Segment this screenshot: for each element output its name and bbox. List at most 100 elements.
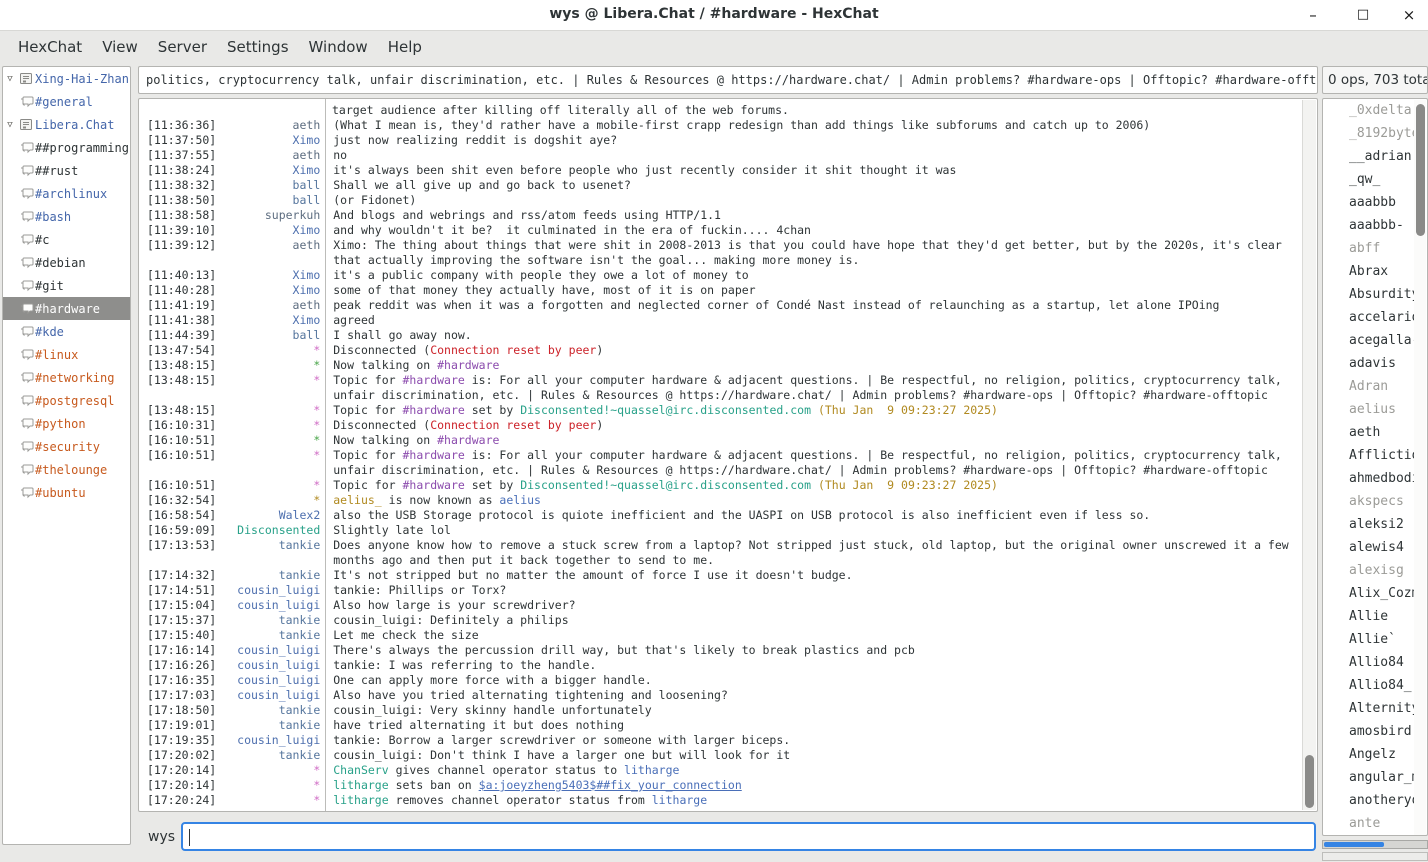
chat-nick[interactable]: ball <box>216 193 320 208</box>
user-list-item[interactable]: _0xdelta <box>1323 99 1427 122</box>
chat-nick[interactable]: cousin_luigi <box>216 733 320 748</box>
chat-nick[interactable]: ball <box>216 178 320 193</box>
sidebar-item--linux[interactable]: #linux <box>3 343 130 366</box>
sidebar-item--thelounge[interactable]: #thelounge <box>3 458 130 481</box>
chat-nick[interactable]: aeth <box>216 148 320 163</box>
ban-mask-link[interactable]: $a:joeyzheng5403$##fix_your_connection <box>479 778 742 792</box>
user-list-panel[interactable]: _0xdelta_8192byte__adrian_qw_aaabbbaaabb… <box>1322 98 1428 836</box>
user-list-item[interactable]: aaabbb- <box>1323 214 1427 237</box>
user-list-item[interactable]: angular_m <box>1323 766 1427 789</box>
chat-nick[interactable]: tankie <box>216 718 320 733</box>
chat-nick[interactable]: tankie <box>216 703 320 718</box>
sidebar-item--archlinux[interactable]: #archlinux <box>3 182 130 205</box>
user-list-item[interactable]: Allie <box>1323 605 1427 628</box>
sidebar-item--bash[interactable]: #bash <box>3 205 130 228</box>
chat-nick[interactable]: cousin_luigi <box>216 583 320 598</box>
menu-item-settings[interactable]: Settings <box>217 34 299 60</box>
user-list-item[interactable]: Abrax <box>1323 260 1427 283</box>
user-list-item[interactable]: adavis <box>1323 352 1427 375</box>
close-button[interactable]: × <box>1396 3 1422 27</box>
chat-nick[interactable]: tankie <box>216 613 320 628</box>
sidebar-item--general[interactable]: #general <box>3 90 130 113</box>
sidebar-item--ubuntu[interactable]: #ubuntu <box>3 481 130 504</box>
chat-nick[interactable]: Ximo <box>216 163 320 178</box>
user-list-item[interactable]: Allio84_ <box>1323 674 1427 697</box>
user-list-item[interactable]: Afflictio <box>1323 444 1427 467</box>
chat-nick[interactable]: Walex2 <box>216 508 320 523</box>
sidebar-item--python[interactable]: #python <box>3 412 130 435</box>
user-list-hscrollbar[interactable] <box>1322 840 1428 849</box>
user-list-item[interactable]: Allio84 <box>1323 651 1427 674</box>
expander-icon[interactable]: ▽ <box>3 120 17 130</box>
user-list-item[interactable]: aelius <box>1323 398 1427 421</box>
server-tree-panel[interactable]: ▽Xing-Hai-Zhan#general▽Libera.Chat##prog… <box>2 66 131 845</box>
menu-item-hexchat[interactable]: HexChat <box>8 34 92 60</box>
chat-nick[interactable]: tankie <box>216 748 320 763</box>
message-input[interactable] <box>181 822 1316 851</box>
user-list-item[interactable]: anotheryo <box>1323 789 1427 812</box>
chat-nick[interactable]: ball <box>216 328 320 343</box>
chat-nick[interactable]: cousin_luigi <box>216 688 320 703</box>
chat-nick[interactable]: cousin_luigi <box>216 673 320 688</box>
sidebar-item--networking[interactable]: #networking <box>3 366 130 389</box>
menu-item-server[interactable]: Server <box>148 34 217 60</box>
sidebar-item--git[interactable]: #git <box>3 274 130 297</box>
user-list-item[interactable]: ahmedbodi <box>1323 467 1427 490</box>
user-list-item[interactable]: aaabbb <box>1323 191 1427 214</box>
user-list-item[interactable]: amosbird <box>1323 720 1427 743</box>
user-list-item[interactable]: _8192byte <box>1323 122 1427 145</box>
user-list-item[interactable]: Absurdity <box>1323 283 1427 306</box>
menu-item-help[interactable]: Help <box>378 34 432 60</box>
chat-nick[interactable]: Ximo <box>216 133 320 148</box>
chat-nick[interactable]: Ximo <box>216 283 320 298</box>
user-list-item[interactable]: Adran <box>1323 375 1427 398</box>
user-list-item[interactable]: aeth <box>1323 421 1427 444</box>
chat-nick[interactable]: tankie <box>216 628 320 643</box>
user-list-scrollbar[interactable] <box>1414 100 1426 836</box>
user-list-scrollbar-handle[interactable] <box>1416 104 1425 236</box>
user-list-item[interactable]: Alix_Cozm <box>1323 582 1427 605</box>
chat-nick[interactable]: tankie <box>216 568 320 583</box>
user-list-item[interactable]: acegalla- <box>1323 329 1427 352</box>
chat-scrollbar-handle[interactable] <box>1305 755 1314 808</box>
chat-nick[interactable]: cousin_luigi <box>216 598 320 613</box>
user-list-item[interactable]: alewis4 <box>1323 536 1427 559</box>
chat-nick[interactable]: Ximo <box>216 313 320 328</box>
user-list-item[interactable]: _qw_ <box>1323 168 1427 191</box>
menu-item-view[interactable]: View <box>92 34 148 60</box>
chat-nick[interactable]: aeth <box>216 298 320 313</box>
sidebar-item--hardware[interactable]: #hardware <box>3 297 130 320</box>
chat-message-area[interactable]: target audience after killing off litera… <box>138 98 1318 812</box>
chat-nick[interactable]: aeth <box>216 118 320 133</box>
chat-nick[interactable]: cousin_luigi <box>216 658 320 673</box>
sidebar-item--rust[interactable]: ##rust <box>3 159 130 182</box>
sidebar-item--debian[interactable]: #debian <box>3 251 130 274</box>
user-list-item[interactable]: abff <box>1323 237 1427 260</box>
user-list-item[interactable]: aleksi2 <box>1323 513 1427 536</box>
expander-icon[interactable]: ▽ <box>3 74 17 84</box>
user-list-item[interactable]: ante <box>1323 812 1427 835</box>
sidebar-item--c[interactable]: #c <box>3 228 130 251</box>
chat-nick[interactable]: cousin_luigi <box>216 643 320 658</box>
menu-item-window[interactable]: Window <box>299 34 378 60</box>
user-list-item[interactable]: Angelz <box>1323 743 1427 766</box>
chat-nick[interactable]: Ximo <box>216 268 320 283</box>
user-list-item[interactable]: Alternity <box>1323 697 1427 720</box>
sidebar-item--kde[interactable]: #kde <box>3 320 130 343</box>
maximize-button[interactable]: □ <box>1350 3 1376 27</box>
user-list-item[interactable]: accelario <box>1323 306 1427 329</box>
chat-nick[interactable]: superkuh <box>216 208 320 223</box>
chat-nick[interactable]: tankie <box>216 538 320 568</box>
sidebar-item--programming[interactable]: ##programming <box>3 136 130 159</box>
user-list-item[interactable]: alexisg <box>1323 559 1427 582</box>
chat-scrollbar[interactable] <box>1302 100 1316 810</box>
chat-nick[interactable]: Ximo <box>216 223 320 238</box>
user-list-item[interactable]: akspecs <box>1323 490 1427 513</box>
topic-bar[interactable]: politics, cryptocurrency talk, unfair di… <box>138 66 1318 94</box>
chat-nick[interactable]: Disconsented <box>216 523 320 538</box>
sidebar-item--security[interactable]: #security <box>3 435 130 458</box>
user-list-item[interactable]: __adrian <box>1323 145 1427 168</box>
chat-nick[interactable]: aeth <box>216 238 320 268</box>
tree-server-xing-hai-zhan[interactable]: ▽Xing-Hai-Zhan <box>3 67 130 90</box>
sidebar-item--postgresql[interactable]: #postgresql <box>3 389 130 412</box>
